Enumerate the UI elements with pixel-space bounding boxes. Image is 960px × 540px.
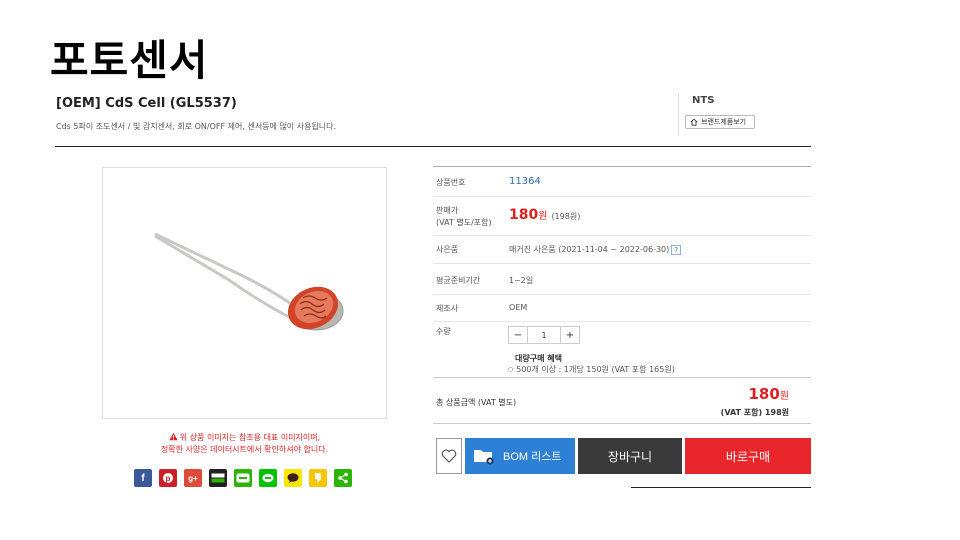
product-code: 11364	[509, 176, 541, 187]
total-section: 총 상품금액 (VAT 별도) 180원 (VAT 포함) 198원	[433, 377, 811, 424]
row-lead-time: 평균준비기간 1~2일	[433, 264, 811, 295]
brand-products-button[interactable]: 브랜드제품보기	[685, 115, 755, 129]
total-label: 총 상품금액 (VAT 별도)	[436, 398, 517, 407]
bottom-divider	[631, 487, 811, 488]
price-label: 판매가 (VAT 별도/포함)	[436, 206, 492, 227]
share-icon[interactable]	[334, 469, 352, 487]
price-value: 180원 (198원)	[509, 207, 580, 223]
manufacturer-label: 제조사	[436, 304, 459, 313]
notice-line-1: 위 상품 이미지는 참조용 대표 이미지이며,	[179, 433, 321, 442]
lead-time-value: 1~2일	[509, 276, 534, 285]
gift-label: 사은품	[436, 245, 459, 254]
facebook-icon[interactable]: f	[134, 469, 152, 487]
qty-plus-button[interactable]: +	[560, 326, 580, 344]
quantity-stepper: − 1 +	[508, 326, 580, 344]
home-icon	[690, 118, 698, 126]
product-title: [OEM] CdS Cell (GL5537)	[56, 96, 237, 111]
share-bar: f p g+	[134, 469, 352, 487]
heart-icon	[441, 449, 457, 463]
gift-value: 매거진 사은품 (2021-11-04 ~ 2022-06-30)?	[509, 244, 682, 255]
folder-add-icon	[474, 450, 494, 465]
svg-text:p: p	[166, 474, 171, 483]
row-manufacturer: 제조사 OEM	[433, 295, 811, 322]
brand-divider	[678, 94, 679, 136]
google-plus-icon[interactable]: g+	[184, 469, 202, 487]
brand-name: NTS	[692, 95, 715, 106]
lead-time-label: 평균준비기간	[436, 276, 481, 285]
kakaotalk-icon[interactable]	[284, 469, 302, 487]
wishlist-button[interactable]	[436, 438, 462, 474]
header-divider	[55, 146, 811, 147]
brand-products-label: 브랜드제품보기	[701, 118, 747, 126]
warning-icon	[169, 432, 178, 441]
add-to-cart-button[interactable]: 장바구니	[578, 438, 682, 474]
bom-list-button[interactable]: BOM 리스트	[465, 438, 575, 474]
line-icon[interactable]	[259, 469, 277, 487]
price-vat: (198원)	[551, 212, 581, 221]
notice-line-2: 정확한 사양은 데이터시트에서 확인하셔야 합니다.	[160, 445, 329, 454]
blog-icon[interactable]	[234, 469, 252, 487]
band-icon[interactable]	[209, 469, 227, 487]
slide-title: 포토센서	[50, 36, 209, 85]
total-vat: (VAT 포함) 198원	[720, 408, 789, 417]
pinterest-icon[interactable]: p	[159, 469, 177, 487]
product-description: Cds 5파이 조도센서 / 빛 감지센서, 회로 ON/OFF 제어, 센서등…	[56, 122, 337, 131]
row-price: 판매가 (VAT 별도/포함) 180원 (198원)	[433, 197, 811, 236]
photoresistor-image	[154, 232, 344, 331]
manufacturer-value: OEM	[509, 303, 528, 312]
bom-list-label: BOM 리스트	[503, 451, 562, 463]
qty-minus-button[interactable]: −	[508, 326, 528, 344]
quantity-label: 수량	[436, 327, 451, 336]
help-icon[interactable]: ?	[671, 245, 682, 255]
row-product-code: 상품번호 11364	[433, 167, 811, 197]
product-image[interactable]	[102, 167, 387, 419]
price-amount: 180	[509, 207, 539, 223]
bulk-discount-item: 500개 이상 : 1개당 150원 (VAT 포함 165원)	[508, 364, 675, 375]
row-gift: 사은품 매거진 사은품 (2021-11-04 ~ 2022-06-30)?	[433, 236, 811, 264]
total-price: 180원	[748, 385, 789, 403]
kakaostory-icon[interactable]	[309, 469, 327, 487]
price-unit: 원	[538, 211, 548, 222]
qty-input[interactable]: 1	[528, 326, 560, 344]
buy-now-button[interactable]: 바로구매	[685, 438, 811, 474]
code-label: 상품번호	[436, 178, 466, 187]
image-notice: 위 상품 이미지는 참조용 대표 이미지이며, 정확한 사양은 데이터시트에서 …	[102, 432, 387, 456]
bulk-discount-title: 대량구매 혜택	[515, 354, 562, 363]
